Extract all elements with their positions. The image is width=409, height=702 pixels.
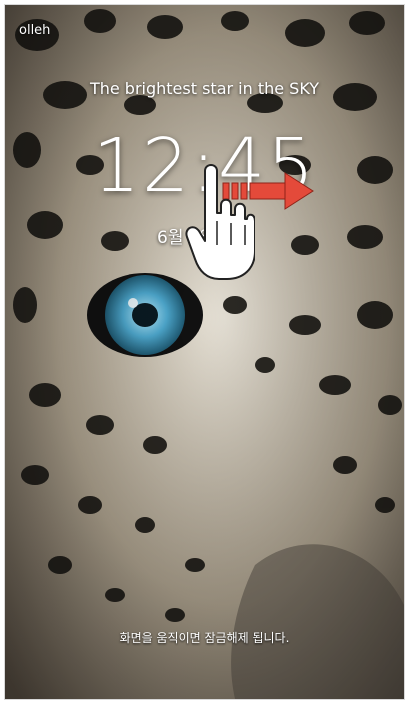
hand-pointer-icon: [185, 164, 255, 280]
wallpaper-leopard: [5, 5, 404, 699]
carrier-label: olleh: [19, 23, 51, 38]
unlock-hint: 화면을 움직이면 잠금해제 됩니다.: [119, 631, 290, 645]
lockscreen[interactable]: olleh The brightest star in the SKY 12:4…: [4, 4, 405, 700]
owner-message: The brightest star in the SKY: [89, 79, 320, 98]
